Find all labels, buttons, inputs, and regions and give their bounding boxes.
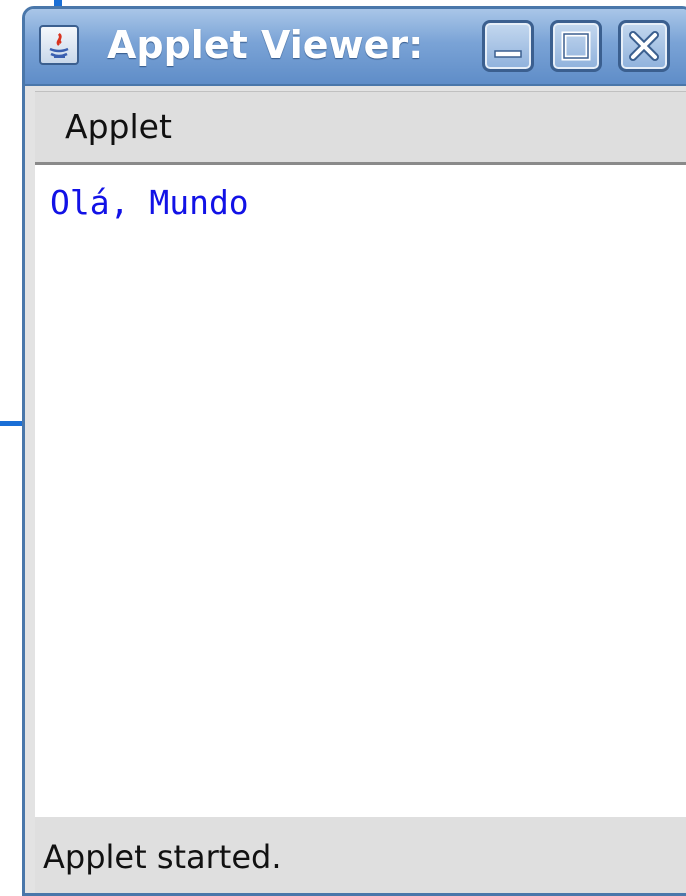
hello-world-text: Olá, Mundo — [50, 183, 249, 222]
java-icon[interactable] — [39, 25, 79, 65]
maximize-button[interactable] — [550, 20, 602, 72]
maximize-icon — [561, 31, 591, 61]
title-bar[interactable]: Applet Viewer: — [25, 9, 686, 86]
close-icon — [629, 31, 659, 61]
window-title: Applet Viewer: — [107, 23, 424, 67]
menu-bar: Applet — [35, 91, 686, 165]
status-text: Applet started. — [43, 838, 282, 876]
applet-content-area[interactable]: Olá, Mundo — [35, 165, 686, 817]
menu-applet[interactable]: Applet — [65, 92, 172, 162]
status-bar: Applet started. — [35, 817, 686, 893]
background-line — [0, 421, 24, 426]
close-button[interactable] — [618, 20, 670, 72]
applet-viewer-window: Applet Viewer: Applet Olá, Mundo Applet … — [22, 6, 686, 896]
minimize-icon — [494, 50, 522, 58]
minimize-button[interactable] — [482, 20, 534, 72]
